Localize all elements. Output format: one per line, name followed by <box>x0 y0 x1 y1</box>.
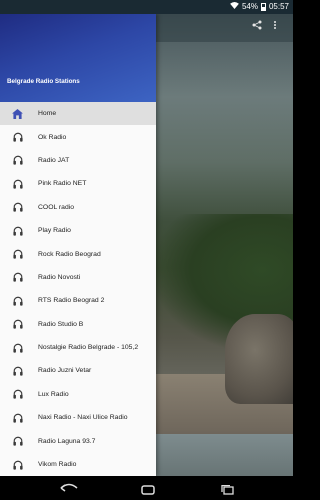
headphones-icon <box>12 225 23 236</box>
headphones-icon <box>12 412 23 423</box>
headphones-icon <box>12 249 23 260</box>
drawer-item[interactable]: Nostalgie Radio Belgrade - 105,2 <box>0 336 156 359</box>
drawer-item[interactable]: Ok Radio <box>0 125 156 148</box>
headphones-icon <box>12 365 23 376</box>
headphones-icon <box>12 202 23 213</box>
drawer-title: Belgrade Radio Stations <box>7 78 80 85</box>
drawer-item[interactable]: Radio Laguna 93.7 <box>0 429 156 452</box>
headphones-icon <box>12 132 23 143</box>
drawer-item-label: Ok Radio <box>38 133 67 141</box>
drawer-item-label: Radio Novosti <box>38 273 81 281</box>
drawer-item[interactable]: COOL radio <box>0 196 156 219</box>
battery-percent: 54% <box>241 2 258 11</box>
status-time: 05:57 <box>268 2 289 11</box>
drawer-item[interactable]: Naxi Radio - Naxi Ulice Radio <box>0 406 156 429</box>
navigation-drawer: Belgrade Radio Stations Home Ok Radio Radi… <box>0 14 156 476</box>
headphones-icon <box>12 459 23 470</box>
rock-shape <box>225 314 293 404</box>
status-bar: 54% 05:57 <box>0 0 293 14</box>
drawer-item[interactable]: Radio Juzni Vetar <box>0 359 156 382</box>
headphones-icon <box>12 178 23 189</box>
headphones-icon <box>12 155 23 166</box>
drawer-item-label: Radio JAT <box>38 156 70 164</box>
drawer-item-label: Vikom Radio <box>38 461 77 469</box>
home-nav-icon[interactable] <box>141 482 155 500</box>
recent-apps-icon[interactable] <box>221 482 235 500</box>
drawer-item[interactable]: Radio Studio B <box>0 313 156 336</box>
headphones-icon <box>12 319 23 330</box>
drawer-item[interactable]: Play Radio <box>0 219 156 242</box>
headphones-icon <box>12 272 23 283</box>
drawer-menu: Home Ok Radio Radio JAT Pink Radio NET COOL … <box>0 102 156 476</box>
drawer-item[interactable]: Pink Radio NET <box>0 172 156 195</box>
drawer-item-label: Radio Laguna 93.7 <box>38 437 96 445</box>
status-icons: 54% 05:57 <box>230 2 289 11</box>
drawer-item-label: Radio Studio B <box>38 320 84 328</box>
drawer-item-label: Radio Juzni Vetar <box>38 367 92 375</box>
home-icon <box>12 108 23 119</box>
overflow-menu-icon[interactable] <box>273 19 277 33</box>
drawer-item-label: Play Radio <box>38 227 71 235</box>
headphones-icon <box>12 295 23 306</box>
drawer-item-label: Home <box>38 110 57 118</box>
drawer-item[interactable]: Home <box>0 102 156 126</box>
share-icon[interactable] <box>252 20 262 33</box>
drawer-item[interactable]: Radio Novosti <box>0 266 156 289</box>
drawer-header: Belgrade Radio Stations <box>0 14 156 102</box>
drawer-item[interactable]: Lux Radio <box>0 383 156 406</box>
drawer-item-label: COOL radio <box>38 203 75 211</box>
water-shape <box>150 434 293 476</box>
drawer-item[interactable]: Radio JAT <box>0 149 156 172</box>
drawer-item[interactable]: Rock Radio Beograd <box>0 242 156 265</box>
drawer-item-label: Rock Radio Beograd <box>38 250 101 258</box>
headphones-icon <box>12 436 23 447</box>
headphones-icon <box>12 389 23 400</box>
drawer-item-label: Nostalgie Radio Belgrade - 105,2 <box>38 344 139 352</box>
drawer-item-label: RTS Radio Beograd 2 <box>38 297 105 305</box>
wifi-icon <box>230 2 239 11</box>
headphones-icon <box>12 342 23 353</box>
battery-icon <box>260 2 266 11</box>
drawer-item[interactable]: Vikom Radio <box>0 453 156 476</box>
drawer-item[interactable]: RTS Radio Beograd 2 <box>0 289 156 312</box>
back-icon[interactable] <box>60 481 78 499</box>
drawer-item-label: Naxi Radio - Naxi Ulice Radio <box>38 414 128 422</box>
drawer-item-label: Lux Radio <box>38 390 69 398</box>
drawer-item-label: Pink Radio NET <box>38 180 87 188</box>
system-nav-bar <box>0 476 293 500</box>
